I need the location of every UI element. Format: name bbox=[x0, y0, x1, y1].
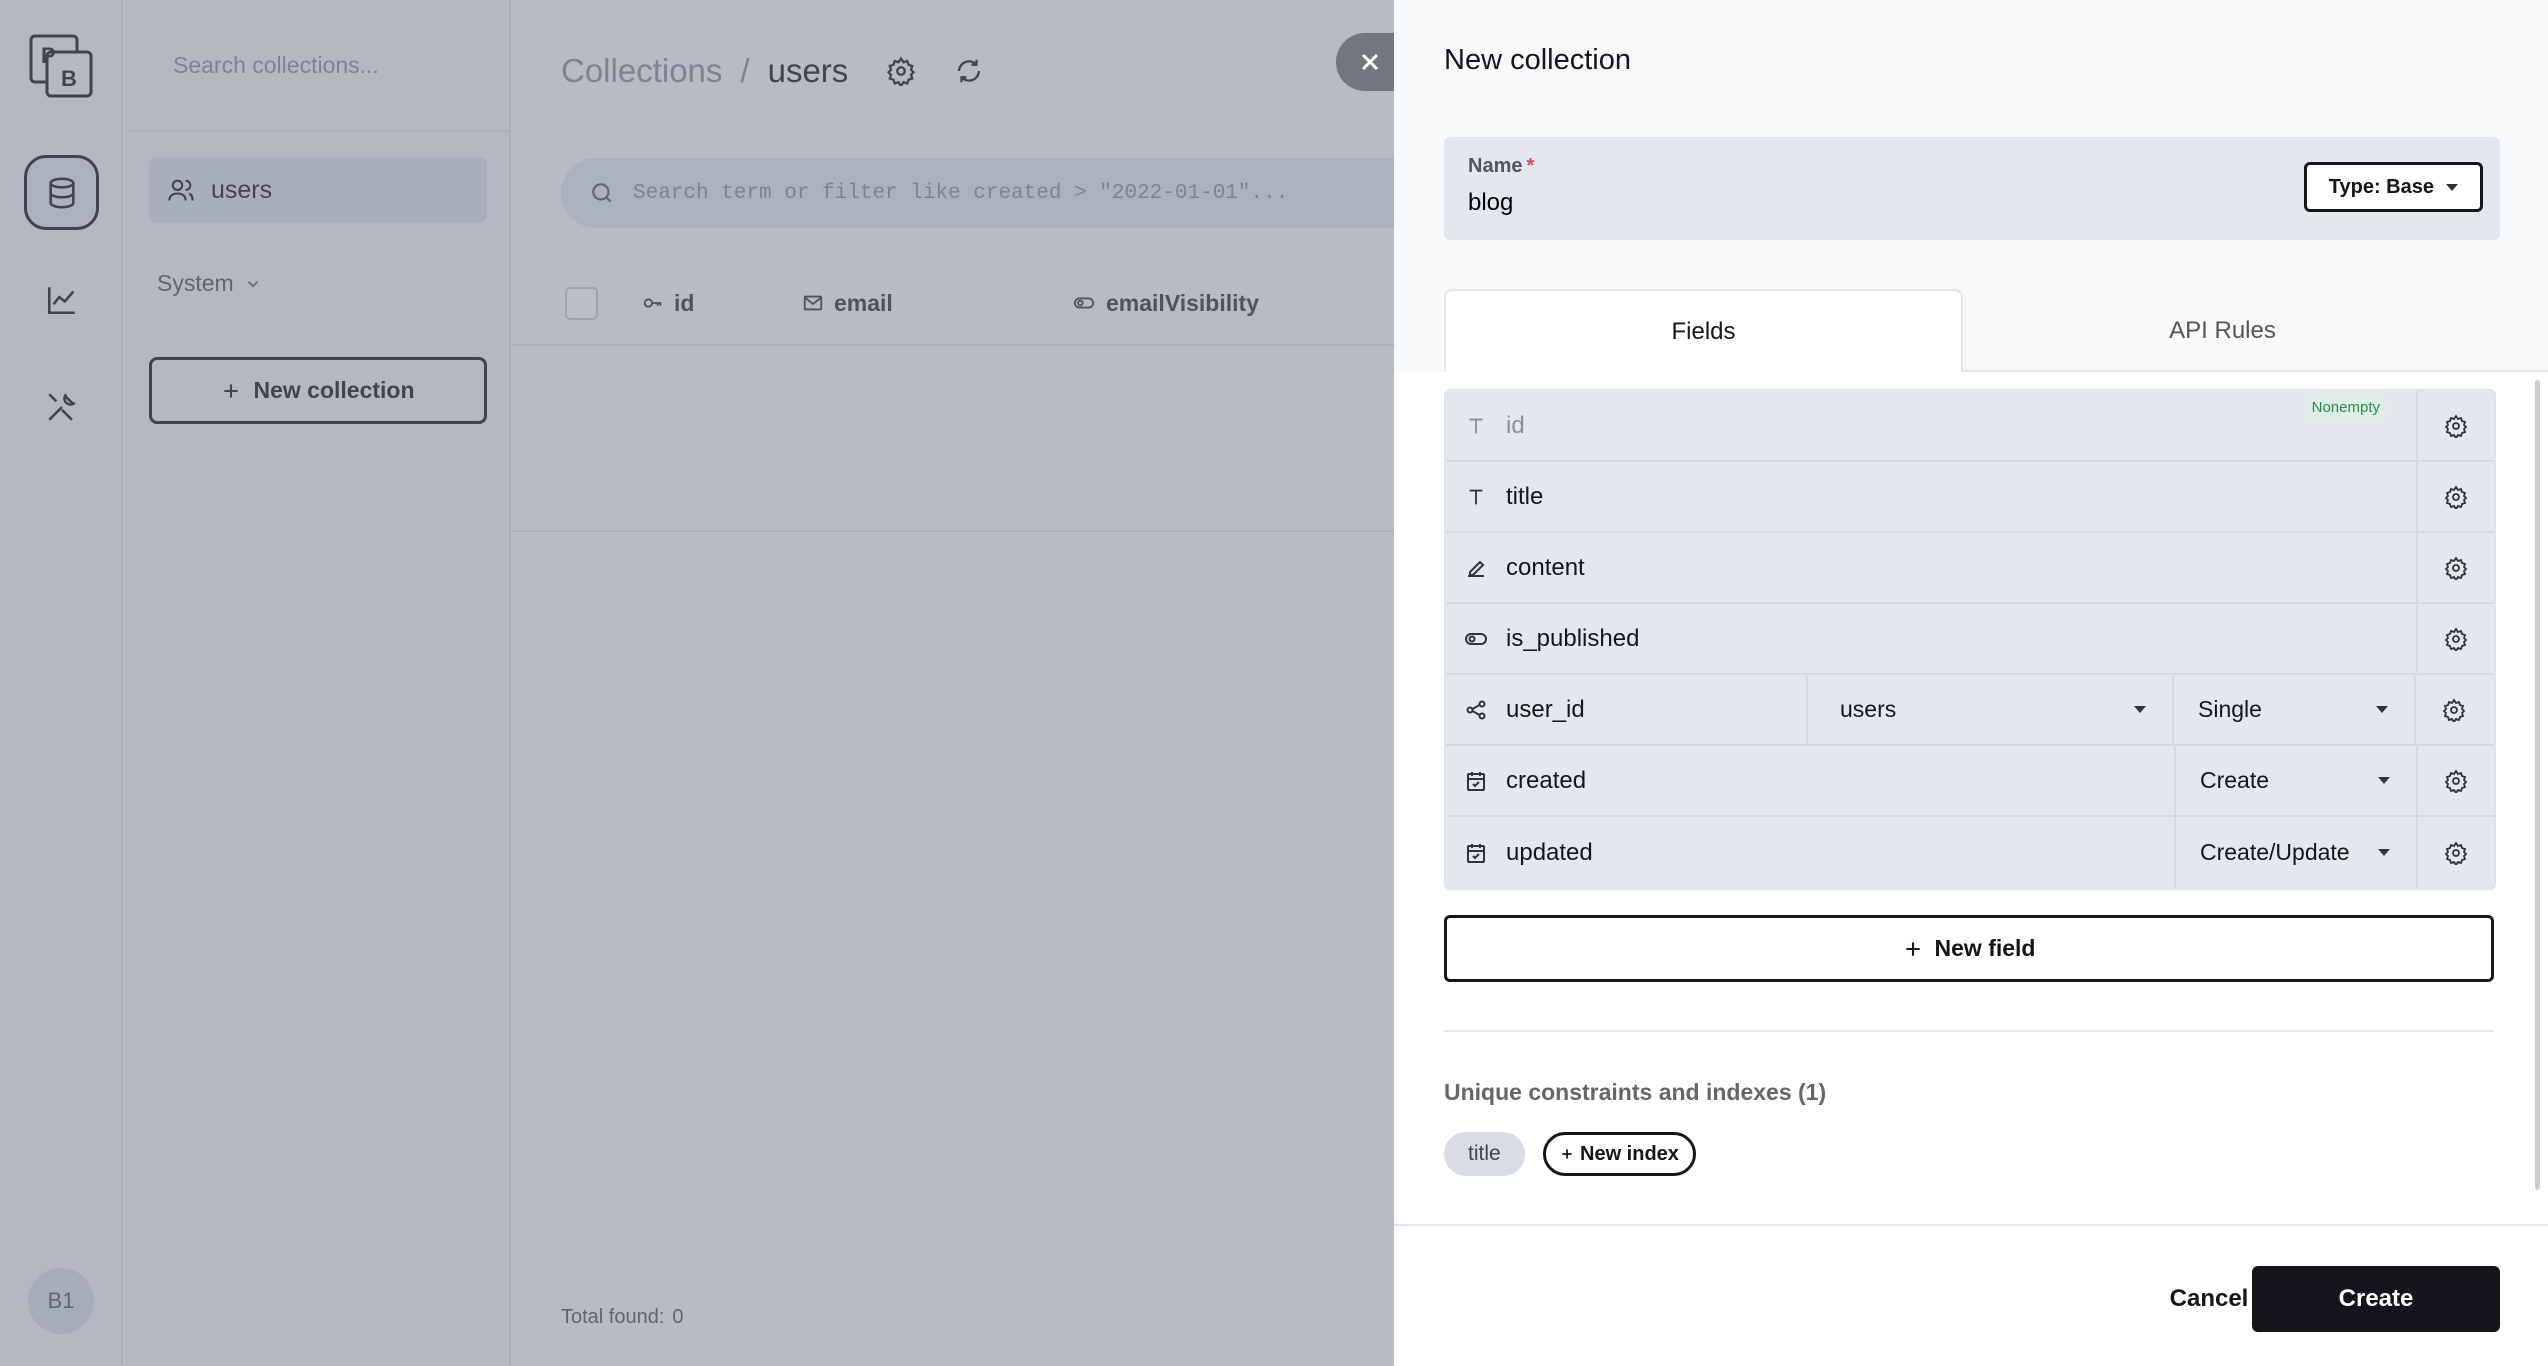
field-row[interactable]: content bbox=[1446, 533, 2494, 604]
field-row[interactable]: updated Create/Update bbox=[1446, 817, 2494, 888]
select-value: Create/Update bbox=[2200, 839, 2350, 865]
panel-title: New collection bbox=[1444, 44, 1631, 76]
caret-down-icon bbox=[2446, 183, 2458, 191]
gear-icon bbox=[2444, 413, 2468, 438]
new-collection-panel: New collection Name* Type: Base Fields A… bbox=[1394, 0, 2548, 1366]
indexes-title: Unique constraints and indexes (1) bbox=[1444, 1079, 1827, 1105]
tab-fields[interactable]: Fields bbox=[1444, 289, 1963, 372]
select-value: Create bbox=[2200, 767, 2270, 793]
autodate-mode-select[interactable]: Create bbox=[2174, 746, 2416, 815]
caret-down-icon bbox=[2378, 777, 2390, 784]
index-chip[interactable]: title bbox=[1444, 1132, 1525, 1176]
required-mark: * bbox=[1526, 155, 1535, 177]
field-name[interactable]: id bbox=[1506, 391, 2416, 460]
divider bbox=[1444, 1030, 2494, 1032]
text-icon bbox=[1446, 391, 1506, 460]
autodate-mode-select[interactable]: Create/Update bbox=[2174, 817, 2416, 888]
panel-tabs: Fields API Rules bbox=[1444, 289, 2548, 372]
field-name[interactable]: user_id bbox=[1506, 675, 1806, 744]
name-label-text: Name bbox=[1468, 155, 1523, 177]
type-label: Type: Base bbox=[2328, 175, 2434, 198]
gear-icon bbox=[2444, 840, 2468, 865]
nonempty-badge: Nonempty bbox=[2305, 397, 2386, 418]
caret-down-icon bbox=[2376, 706, 2388, 713]
caret-down-icon bbox=[2134, 706, 2146, 713]
field-name[interactable]: title bbox=[1506, 462, 2416, 531]
type-dropdown[interactable]: Type: Base bbox=[2303, 162, 2483, 212]
modal-overlay[interactable] bbox=[0, 0, 1394, 1366]
relation-mode-select[interactable]: Single bbox=[2172, 675, 2414, 744]
editor-icon bbox=[1446, 533, 1506, 602]
field-settings-button[interactable] bbox=[2416, 817, 2494, 888]
field-name[interactable]: is_published bbox=[1506, 604, 2416, 673]
field-row[interactable]: is_published bbox=[1446, 604, 2494, 675]
gear-icon bbox=[2442, 697, 2466, 722]
gear-icon bbox=[2444, 768, 2468, 793]
gear-icon bbox=[2444, 484, 2468, 509]
panel-scrollbar[interactable] bbox=[2535, 380, 2540, 1190]
tab-api-rules[interactable]: API Rules bbox=[1963, 289, 2482, 372]
panel-footer: Cancel Create bbox=[1394, 1224, 2548, 1366]
toggle-icon bbox=[1446, 604, 1506, 673]
fields-list: id Nonempty title content is_published u… bbox=[1444, 389, 2496, 890]
field-row[interactable]: title bbox=[1446, 462, 2494, 533]
field-settings-button[interactable] bbox=[2416, 533, 2494, 602]
field-name[interactable]: created bbox=[1506, 746, 2174, 815]
field-name[interactable]: content bbox=[1506, 533, 2416, 602]
fields-tab-panel: id Nonempty title content is_published u… bbox=[1394, 372, 2548, 1224]
relation-collection-select[interactable]: users bbox=[1806, 675, 2172, 744]
new-field-label: New field bbox=[1934, 935, 2036, 961]
caret-down-icon bbox=[2378, 849, 2390, 856]
plus-icon bbox=[1560, 1147, 1574, 1161]
new-field-button[interactable]: New field bbox=[1444, 915, 2494, 982]
field-settings-button[interactable] bbox=[2416, 462, 2494, 531]
close-icon bbox=[1358, 50, 1382, 74]
calendar-icon bbox=[1446, 817, 1506, 888]
field-settings-button[interactable] bbox=[2416, 604, 2494, 673]
close-panel-button[interactable] bbox=[1336, 33, 1396, 91]
select-value: users bbox=[1840, 696, 1897, 722]
field-row[interactable]: user_id users Single bbox=[1446, 675, 2494, 746]
field-row[interactable]: id Nonempty bbox=[1446, 391, 2494, 462]
plus-icon bbox=[1903, 939, 1923, 959]
field-name[interactable]: updated bbox=[1506, 817, 2174, 888]
calendar-icon bbox=[1446, 746, 1506, 815]
field-settings-button[interactable] bbox=[2416, 391, 2494, 460]
new-index-button[interactable]: New index bbox=[1543, 1132, 1696, 1176]
relation-icon bbox=[1446, 675, 1506, 744]
text-icon bbox=[1446, 462, 1506, 531]
select-value: Single bbox=[2198, 696, 2262, 722]
create-button[interactable]: Create bbox=[2252, 1266, 2500, 1332]
field-row[interactable]: created Create bbox=[1446, 746, 2494, 817]
gear-icon bbox=[2444, 626, 2468, 651]
field-settings-button[interactable] bbox=[2414, 675, 2492, 744]
new-index-label: New index bbox=[1580, 1142, 1679, 1165]
name-field: Name* Type: Base bbox=[1444, 137, 2500, 240]
field-settings-button[interactable] bbox=[2416, 746, 2494, 815]
gear-icon bbox=[2444, 555, 2468, 580]
name-label: Name * bbox=[1468, 155, 1534, 178]
name-input[interactable] bbox=[1468, 189, 2168, 217]
